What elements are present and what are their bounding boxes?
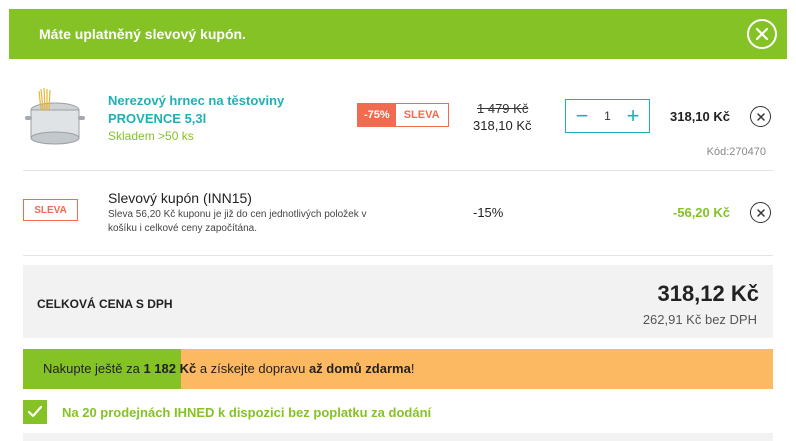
quantity-input[interactable]: 1 — [604, 109, 611, 123]
close-icon[interactable] — [747, 19, 777, 49]
cart-item-row: Nerezový hrnec na těstoviny PROVENCE 5,3… — [23, 78, 773, 171]
store-pickup-info: Na 20 prodejnách IHNED k dispozici bez p… — [23, 398, 773, 426]
coupon-percent: -15% — [473, 205, 504, 220]
stock-status: Skladem >50 ks — [108, 129, 194, 143]
banner-text: Máte uplatněný slevový kupón. — [39, 26, 246, 42]
total-price: 318,12 Kč — [657, 281, 759, 306]
shipping-message: Nakupte ještě za 1 182 Kč a získejte dop… — [43, 361, 414, 376]
shipping-prefix: Nakupte ještě za — [43, 361, 144, 376]
shipping-middle: a získejte dopravu — [196, 361, 309, 376]
discount-word: SLEVA — [395, 104, 448, 126]
unit-price: 318,10 Kč — [473, 118, 532, 133]
free-shipping-progress: Nakupte ještě za 1 182 Kč a získejte dop… — [23, 349, 773, 389]
coupon-description: Sleva 56,20 Kč kuponu je již do cen jedn… — [108, 209, 367, 234]
discount-badge: -75% SLEVA — [357, 103, 449, 127]
line-total: 318,10 Kč — [670, 109, 730, 124]
remove-coupon-icon[interactable] — [750, 202, 771, 223]
discount-percent: -75% — [358, 104, 396, 126]
product-code: Kód:270470 — [706, 146, 766, 158]
total-label: CELKOVÁ CENA S DPH — [37, 297, 173, 311]
shipping-suffix: ! — [410, 361, 415, 376]
store-pickup-text: Na 20 prodejnách IHNED k dispozici bez p… — [62, 404, 432, 420]
original-price: 1 479 Kč — [477, 101, 529, 116]
coupon-row: SLEVA Slevový kupón (INN15) Sleva 56,20 … — [23, 172, 773, 256]
product-image[interactable] — [23, 86, 87, 146]
next-section-strip — [23, 433, 773, 441]
coupon-title: Slevový kupón (INN15) — [108, 190, 252, 206]
plus-icon[interactable]: + — [623, 105, 643, 127]
order-summary: CELKOVÁ CENA S DPH 318,12 Kč 262,91 Kč b… — [23, 265, 773, 338]
check-icon — [23, 400, 47, 424]
coupon-badge: SLEVA — [23, 199, 78, 221]
quantity-stepper: − 1 + — [565, 99, 650, 133]
coupon-amount: -56,20 Kč — [672, 205, 730, 220]
total-without-vat: 262,91 Kč bez DPH — [642, 312, 757, 327]
minus-icon[interactable]: − — [572, 105, 592, 127]
shipping-amount: 1 182 Kč — [143, 361, 197, 376]
shipping-strong: až domů zdarma — [308, 361, 411, 376]
coupon-applied-banner: Máte uplatněný slevový kupón. — [9, 9, 787, 59]
product-name-link[interactable]: Nerezový hrnec na těstoviny PROVENCE 5,3… — [108, 92, 328, 128]
remove-item-icon[interactable] — [750, 106, 771, 127]
